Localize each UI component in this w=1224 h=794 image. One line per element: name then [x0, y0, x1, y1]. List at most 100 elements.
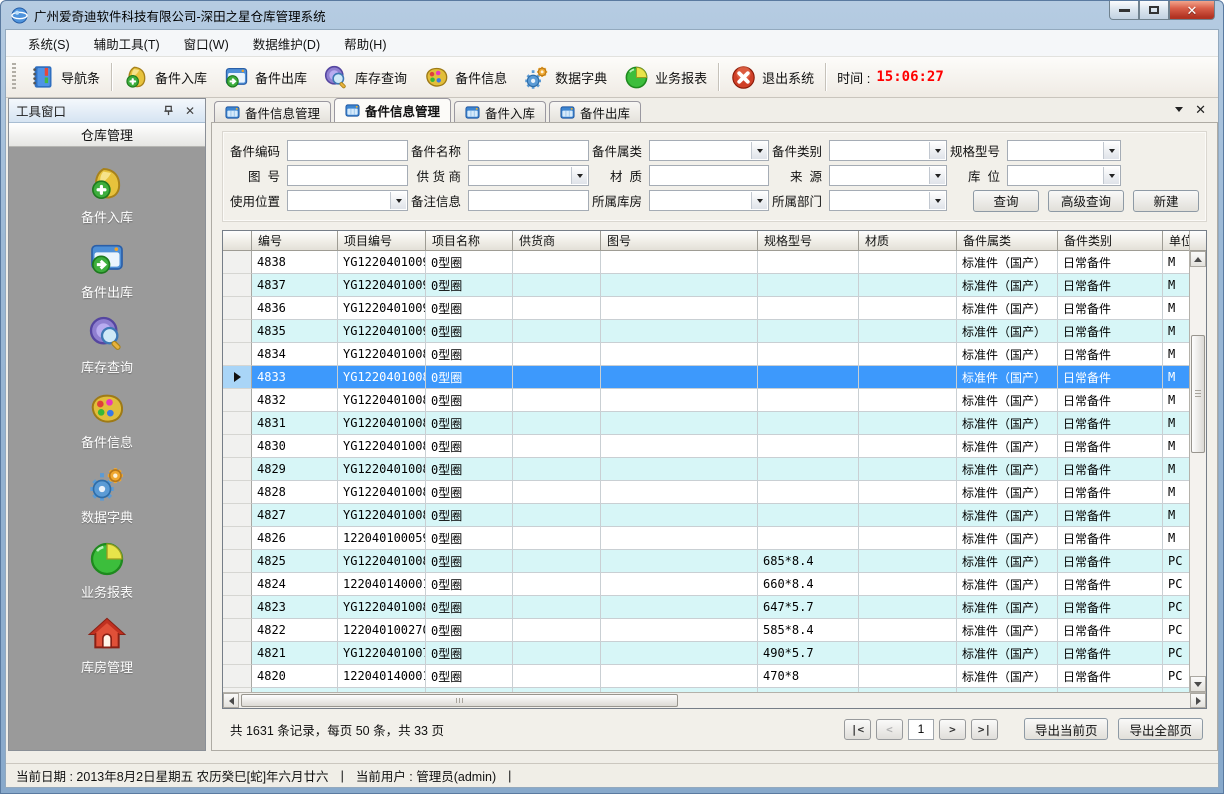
sidebar-item-house[interactable]: 库房管理	[81, 614, 133, 676]
row-selector[interactable]	[223, 596, 252, 619]
search-input[interactable]	[649, 165, 769, 186]
row-selector[interactable]	[223, 366, 252, 389]
sidebar-item-gears[interactable]: 数据字典	[81, 464, 133, 526]
column-header[interactable]: 图号	[601, 231, 758, 251]
row-selector[interactable]	[223, 573, 252, 596]
search-select[interactable]	[468, 165, 589, 186]
tab-0[interactable]: 备件信息管理	[214, 101, 331, 122]
row-selector[interactable]	[223, 297, 252, 320]
search-select[interactable]	[1007, 140, 1121, 161]
vertical-scroll-thumb[interactable]	[1191, 335, 1205, 453]
column-header[interactable]: 备件属类	[957, 231, 1058, 251]
table-row[interactable]: 482612204010005990型圈标准件（国产）日常备件M	[223, 527, 1189, 550]
search-select[interactable]	[829, 165, 947, 186]
table-row[interactable]: 4832YG122040100870型圈标准件（国产）日常备件M	[223, 389, 1189, 412]
scroll-right-button[interactable]	[1190, 693, 1206, 708]
search-input[interactable]	[468, 140, 589, 161]
toolbar-button-search[interactable]: 库存查询	[315, 60, 415, 94]
page-number-input[interactable]: 1	[908, 719, 934, 740]
search-select[interactable]	[649, 190, 769, 211]
table-row[interactable]: 482412204014000120型圈660*8.4标准件（国产）日常备件PC	[223, 573, 1189, 596]
column-header[interactable]: 材质	[859, 231, 957, 251]
toolbar-button-gears[interactable]: 数据字典	[515, 60, 615, 94]
next-page-button[interactable]: >	[939, 719, 966, 740]
tab-1[interactable]: 备件信息管理	[334, 98, 451, 122]
menu-item[interactable]: 系统(S)	[16, 30, 82, 56]
toolbar-button-book[interactable]: 导航条	[21, 60, 108, 94]
sidebar-item-pie[interactable]: 业务报表	[81, 539, 133, 601]
column-header[interactable]: 供货商	[513, 231, 601, 251]
table-row[interactable]: 4821YG122040100790型圈490*5.7标准件（国产）日常备件PC	[223, 642, 1189, 665]
row-selector[interactable]	[223, 412, 252, 435]
table-row[interactable]: 482012204014000130型圈470*8标准件（国产）日常备件PC	[223, 665, 1189, 688]
close-panel-icon[interactable]: ✕	[182, 103, 198, 118]
row-selector[interactable]	[223, 251, 252, 274]
row-selector[interactable]	[223, 504, 252, 527]
table-row[interactable]: 482212204010027000型圈585*8.4标准件（国产）日常备件PC	[223, 619, 1189, 642]
table-row[interactable]: 4823YG122040100800型圈647*5.7标准件（国产）日常备件PC	[223, 596, 1189, 619]
chevron-down-icon[interactable]	[1175, 107, 1183, 112]
column-header[interactable]: 备件类别	[1058, 231, 1163, 251]
menu-item[interactable]: 辅助工具(T)	[82, 30, 172, 56]
vertical-scrollbar[interactable]	[1189, 231, 1206, 692]
search-select[interactable]	[829, 190, 947, 211]
search-input[interactable]	[287, 165, 408, 186]
search-input[interactable]	[468, 190, 589, 211]
export-all-pages-button[interactable]: 导出全部页	[1118, 718, 1203, 740]
toolbar-button-palette[interactable]: 备件信息	[415, 60, 515, 94]
prev-page-button[interactable]: <	[876, 719, 903, 740]
table-row[interactable]: 4835YG122040100900型圈标准件（国产）日常备件M	[223, 320, 1189, 343]
new-button[interactable]: 新建	[1133, 190, 1199, 212]
scroll-down-button[interactable]	[1190, 676, 1206, 692]
vertical-scroll-track[interactable]	[1190, 267, 1206, 676]
column-header[interactable]: 编号	[252, 231, 338, 251]
row-selector[interactable]	[223, 665, 252, 688]
row-selector[interactable]	[223, 274, 252, 297]
sidebar-item-palette[interactable]: 备件信息	[81, 389, 133, 451]
search-input[interactable]	[287, 140, 408, 161]
toolbar-button-window-out[interactable]: 备件出库	[215, 60, 315, 94]
toolbar-button-exit[interactable]: 退出系统	[722, 60, 822, 94]
row-selector[interactable]	[223, 343, 252, 366]
column-header[interactable]: 单位	[1163, 231, 1189, 251]
table-row[interactable]: 4831YG122040100860型圈标准件（国产）日常备件M	[223, 412, 1189, 435]
table-row[interactable]: 4837YG122040100920型圈标准件（国产）日常备件M	[223, 274, 1189, 297]
row-selector[interactable]	[223, 389, 252, 412]
horizontal-scroll-track[interactable]	[239, 693, 1190, 708]
minimize-button[interactable]	[1109, 1, 1139, 20]
menu-item[interactable]: 帮助(H)	[332, 30, 398, 56]
table-row[interactable]: 4834YG122040100890型圈标准件（国产）日常备件M	[223, 343, 1189, 366]
export-current-page-button[interactable]: 导出当前页	[1024, 718, 1109, 740]
table-row[interactable]: 4827YG122040100820型圈标准件（国产）日常备件M	[223, 504, 1189, 527]
menu-item[interactable]: 窗口(W)	[172, 30, 241, 56]
scroll-up-button[interactable]	[1190, 251, 1206, 267]
horizontal-scroll-thumb[interactable]	[241, 694, 678, 707]
column-header[interactable]: 项目编号	[338, 231, 426, 251]
search-select[interactable]	[829, 140, 947, 161]
row-selector[interactable]	[223, 458, 252, 481]
toolbar-button-pie[interactable]: 业务报表	[615, 60, 715, 94]
tab-2[interactable]: 备件入库	[454, 101, 546, 122]
row-selector[interactable]	[223, 642, 252, 665]
row-selector[interactable]	[223, 527, 252, 550]
pin-icon[interactable]	[160, 103, 176, 118]
close-button[interactable]: ✕	[1169, 1, 1215, 20]
row-selector[interactable]	[223, 320, 252, 343]
toolbar-button-bag-plus[interactable]: 备件入库	[115, 60, 215, 94]
close-tab-icon[interactable]: ✕	[1195, 103, 1206, 116]
table-row[interactable]: 4838YG122040100930型圈标准件（国产）日常备件M	[223, 251, 1189, 274]
sidebar-item-search[interactable]: 库存查询	[81, 314, 133, 376]
last-page-button[interactable]: >|	[971, 719, 998, 740]
table-row[interactable]: 4828YG122040100830型圈标准件（国产）日常备件M	[223, 481, 1189, 504]
column-header[interactable]: 项目名称	[426, 231, 513, 251]
row-selector[interactable]	[223, 435, 252, 458]
sidebar-item-bag-plus[interactable]: 备件入库	[81, 164, 133, 226]
table-row[interactable]: 4836YG122040100910型圈标准件（国产）日常备件M	[223, 297, 1189, 320]
horizontal-scrollbar[interactable]	[223, 692, 1206, 708]
query-button[interactable]: 查询	[973, 190, 1039, 212]
table-row[interactable]: 4829YG122040100840型圈标准件（国产）日常备件M	[223, 458, 1189, 481]
sidebar-item-window-out[interactable]: 备件出库	[81, 239, 133, 301]
search-select[interactable]	[287, 190, 408, 211]
first-page-button[interactable]: |<	[844, 719, 871, 740]
row-selector[interactable]	[223, 619, 252, 642]
